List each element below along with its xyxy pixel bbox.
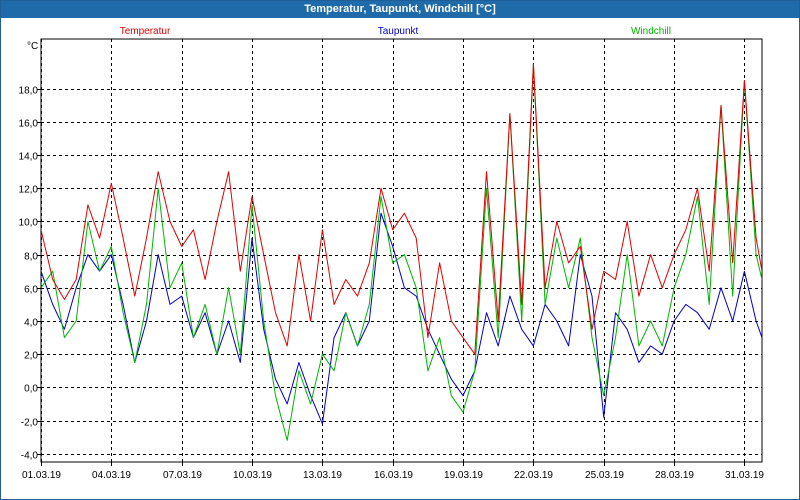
y-tick-label: 16,0 <box>19 119 39 130</box>
x-tick-label: 10.03.19 <box>233 470 272 481</box>
chart-window: Temperatur, Taupunkt, Windchill [°C] -4,… <box>0 0 800 500</box>
x-tick-label: 04.03.19 <box>92 470 131 481</box>
x-tick-label: 28.03.19 <box>655 470 694 481</box>
y-tick-label: 12,0 <box>19 185 39 196</box>
y-tick-label: 10,0 <box>19 218 39 229</box>
x-tick-label: 19.03.19 <box>444 470 483 481</box>
x-tick-label: 16.03.19 <box>374 470 413 481</box>
legend-label-windchill: Windchill <box>631 26 671 37</box>
y-tick-label: 8,0 <box>24 252 38 263</box>
y-tick-label: 4,0 <box>24 318 38 329</box>
y-tick-label: 18,0 <box>19 86 39 97</box>
x-tick-label: 13.03.19 <box>303 470 342 481</box>
y-tick-label: -2,0 <box>21 418 39 429</box>
y-tick-label: -4,0 <box>21 451 39 462</box>
x-tick-label: 25.03.19 <box>585 470 624 481</box>
chart-canvas: -4,0 -2,0 0,0 2,0 4,0 6,0 8,0 10,0 12,0 14,0 16,0 1… <box>19 26 765 481</box>
legend-label-temperatur: Temperatur <box>120 26 171 37</box>
plot-frame <box>40 38 763 463</box>
x-tick-label: 22.03.19 <box>514 470 553 481</box>
x-tick-label: 01.03.19 <box>22 470 61 481</box>
y-tick-label: 0,0 <box>24 384 38 395</box>
y-tick-label: 14,0 <box>19 152 39 163</box>
y-tick-label: 6,0 <box>24 285 38 296</box>
x-tick-label: 07.03.19 <box>163 470 202 481</box>
legend-label-taupunkt: Taupunkt <box>378 26 419 37</box>
y-tick-label: 2,0 <box>24 351 38 362</box>
x-tick-label: 31.03.19 <box>725 470 764 481</box>
y-axis-unit-label: °C <box>27 41 38 52</box>
